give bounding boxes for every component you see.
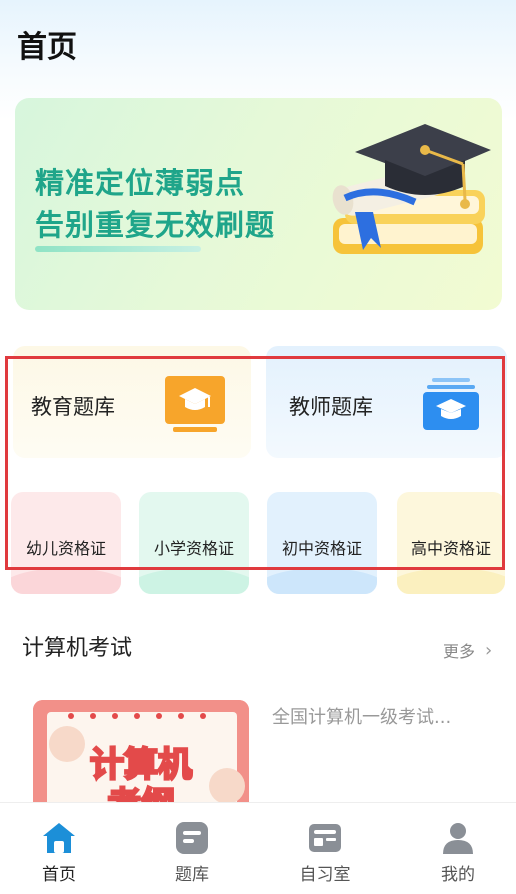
card-wave-decoration [11, 568, 121, 594]
study-room-icon [309, 824, 341, 852]
course-thumbnail[interactable]: 计算机 考纲 [33, 700, 249, 806]
chevron-right-icon: › [485, 639, 493, 661]
tab-label: 自习室 [299, 865, 351, 885]
page-title: 首页 [17, 30, 77, 65]
cert-card-junior-high[interactable]: 初中资格证 [267, 492, 377, 594]
bottom-tab-bar: 首页 题库 自习室 我的 [0, 802, 516, 894]
card-wave-decoration [267, 568, 377, 594]
tab-label: 题库 [175, 865, 209, 885]
banner-subheadline: 告别重复无效刷题 [35, 208, 276, 242]
teacher-bank-card[interactable]: 教师题库 [266, 346, 507, 458]
more-link[interactable]: 更多 › [443, 638, 492, 662]
course-title[interactable]: 全国计算机一级考试... [272, 703, 451, 729]
banner-underline [35, 246, 201, 252]
graduation-cap-monitor-icon [165, 376, 225, 432]
course-thumbnail-art: 计算机 考纲 [33, 700, 249, 806]
promo-banner[interactable]: 精准定位薄弱点 告别重复无效刷题 [15, 98, 502, 310]
tab-study-room[interactable]: 自习室 [285, 821, 365, 885]
cert-card-kindergarten[interactable]: 幼儿资格证 [11, 492, 121, 594]
tab-profile[interactable]: 我的 [418, 821, 498, 885]
cert-card-senior-high[interactable]: 高中资格证 [397, 492, 505, 594]
cert-label: 初中资格证 [281, 539, 362, 558]
cert-label: 高中资格证 [410, 539, 491, 558]
tab-label: 首页 [42, 865, 76, 885]
tab-question-bank[interactable]: 题库 [152, 821, 232, 885]
graduation-cap-stack-icon [423, 378, 479, 430]
section-title: 计算机考试 [22, 636, 133, 661]
tab-home[interactable]: 首页 [19, 821, 99, 885]
card-wave-decoration [139, 568, 249, 594]
card-wave-decoration [397, 568, 505, 594]
cert-card-primary[interactable]: 小学资格证 [139, 492, 249, 594]
home-icon [43, 823, 75, 853]
profile-icon [443, 823, 473, 854]
thumbnail-text-line1: 计算机 [90, 745, 192, 785]
graduation-cap-books-icon [332, 124, 491, 254]
education-bank-card[interactable]: 教育题库 [13, 346, 251, 458]
cert-label: 小学资格证 [153, 539, 234, 558]
more-label: 更多 [443, 642, 476, 661]
cert-label: 幼儿资格证 [25, 539, 106, 558]
teacher-bank-label: 教师题库 [289, 395, 373, 419]
banner-headline: 精准定位薄弱点 [35, 166, 246, 200]
education-bank-label: 教育题库 [31, 395, 115, 419]
question-bank-icon [176, 822, 208, 854]
tab-label: 我的 [441, 865, 475, 885]
